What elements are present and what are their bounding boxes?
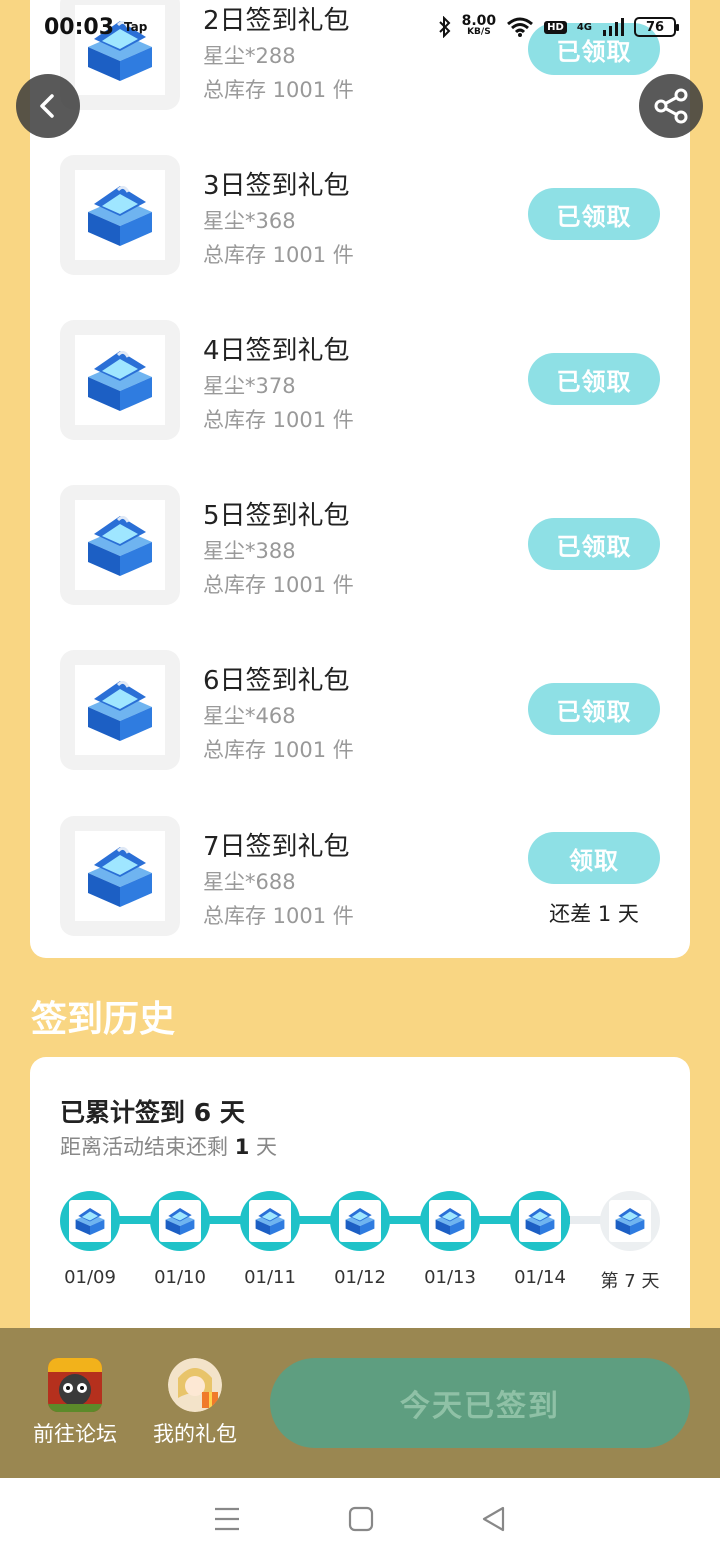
status-bar: 00:03 Tap 8.00 KB/S HD 4G 76 xyxy=(0,0,720,54)
treasure-chest-icon xyxy=(69,1200,111,1242)
my-gifts-avatar-icon xyxy=(168,1358,222,1412)
forum-game-icon xyxy=(48,1358,102,1412)
gift-stock: 总库存 1001 件 xyxy=(203,738,354,762)
gift-row: 3日签到礼包 星尘*368 总库存 1001 件 已领取 xyxy=(60,155,660,275)
gift-stock: 总库存 1001 件 xyxy=(203,904,354,928)
gift-title: 3日签到礼包 xyxy=(203,171,350,201)
claimed-button[interactable]: 已领取 xyxy=(528,353,660,405)
signal-type: 4G xyxy=(576,21,592,33)
treasure-chest-icon xyxy=(429,1200,471,1242)
gift-reward: 星尘*388 xyxy=(203,539,296,563)
history-card: 已累计签到 6 天 距离活动结束还剩 1 天 01/09 01/10 01/11… xyxy=(30,1057,690,1347)
gift-list-card: 2日签到礼包 星尘*288 总库存 1001 件 已领取 3日签到礼包 星尘*3… xyxy=(30,0,690,958)
gift-title: 6日签到礼包 xyxy=(203,666,350,696)
gift-stock: 总库存 1001 件 xyxy=(203,243,354,267)
gift-row: 5日签到礼包 星尘*388 总库存 1001 件 已领取 xyxy=(60,485,660,605)
timeline-node-done xyxy=(240,1191,300,1251)
tap-app-tag: Tap xyxy=(124,20,148,34)
gift-reward: 星尘*368 xyxy=(203,209,296,233)
status-left: 00:03 Tap xyxy=(44,15,147,40)
gift-thumbnail xyxy=(60,816,180,936)
gift-stock: 总库存 1001 件 xyxy=(203,408,354,432)
treasure-chest-icon xyxy=(339,1200,381,1242)
claimed-button[interactable]: 已领取 xyxy=(528,518,660,570)
gift-reward: 星尘*468 xyxy=(203,704,296,728)
timeline-label: 01/10 xyxy=(154,1267,206,1288)
status-right: 8.00 KB/S HD 4G 76 xyxy=(438,13,679,38)
gift-title: 4日签到礼包 xyxy=(203,336,350,366)
bottom-action-bar: 前往论坛 我的礼包 今天已签到 xyxy=(0,1328,720,1478)
back-triangle-icon[interactable] xyxy=(481,1506,507,1532)
gift-row: 4日签到礼包 星尘*378 总库存 1001 件 已领取 xyxy=(60,320,660,440)
treasure-chest-icon xyxy=(159,1200,201,1242)
timeline-label: 01/09 xyxy=(64,1267,116,1288)
forum-label: 前往论坛 xyxy=(33,1422,117,1446)
claimed-button[interactable]: 已领取 xyxy=(528,188,660,240)
gift-thumbnail xyxy=(60,485,180,605)
my-gifts-link[interactable]: 我的礼包 xyxy=(145,1358,245,1448)
treasure-chest-icon xyxy=(75,831,165,921)
timeline-node-pending xyxy=(600,1191,660,1251)
share-icon xyxy=(654,88,688,124)
signed-in-today-button[interactable]: 今天已签到 xyxy=(270,1358,690,1448)
treasure-chest-icon xyxy=(609,1200,651,1242)
bluetooth-icon xyxy=(438,16,451,38)
system-nav-bar xyxy=(0,1478,720,1560)
gift-stock: 总库存 1001 件 xyxy=(203,573,354,597)
gift-thumbnail xyxy=(60,155,180,275)
wifi-icon xyxy=(507,17,534,37)
claim-button[interactable]: 领取 xyxy=(528,832,660,884)
gift-thumbnail xyxy=(60,320,180,440)
timeline-node-done xyxy=(60,1191,120,1251)
treasure-chest-icon xyxy=(75,170,165,260)
gift-title: 7日签到礼包 xyxy=(203,832,350,862)
treasure-chest-icon xyxy=(75,335,165,425)
gift-thumbnail xyxy=(60,650,180,770)
timeline-label: 01/12 xyxy=(334,1267,386,1288)
share-button[interactable] xyxy=(639,74,703,138)
gift-reward: 星尘*688 xyxy=(203,870,296,894)
gift-stock: 总库存 1001 件 xyxy=(203,78,354,102)
treasure-chest-icon xyxy=(519,1200,561,1242)
my-gifts-label: 我的礼包 xyxy=(153,1422,237,1446)
timeline-label: 01/13 xyxy=(424,1267,476,1288)
timeline-node-done xyxy=(330,1191,390,1251)
timeline-label: 01/14 xyxy=(514,1267,566,1288)
hd-badge: HD xyxy=(544,20,567,34)
treasure-chest-icon xyxy=(75,500,165,590)
claimed-button[interactable]: 已领取 xyxy=(528,683,660,735)
history-remaining: 距离活动结束还剩 1 天 xyxy=(60,1135,277,1159)
timeline-label: 01/11 xyxy=(244,1267,296,1288)
net-speed: 8.00 KB/S xyxy=(461,13,497,37)
home-icon[interactable] xyxy=(348,1506,374,1532)
gift-reward: 星尘*378 xyxy=(203,374,296,398)
chevron-left-icon xyxy=(40,94,54,118)
signal-icon xyxy=(603,18,624,36)
history-title: 签到历史 xyxy=(31,999,176,1040)
back-button[interactable] xyxy=(16,74,80,138)
timeline-node-done xyxy=(510,1191,570,1251)
treasure-chest-icon xyxy=(75,665,165,755)
timeline-label: 第 7 天 xyxy=(600,1271,660,1292)
gift-row: 7日签到礼包 星尘*688 总库存 1001 件 领取 还差 1 天 xyxy=(60,816,660,936)
history-count: 已累计签到 6 天 xyxy=(60,1098,245,1127)
timeline-node-done xyxy=(150,1191,210,1251)
gift-title: 5日签到礼包 xyxy=(203,501,350,531)
days-left-note: 还差 1 天 xyxy=(549,902,639,926)
treasure-chest-icon xyxy=(249,1200,291,1242)
gift-row: 6日签到礼包 星尘*468 总库存 1001 件 已领取 xyxy=(60,650,660,770)
battery-icon: 76 xyxy=(634,17,679,37)
status-time: 00:03 xyxy=(44,14,115,40)
menu-icon[interactable] xyxy=(213,1506,241,1532)
forum-link[interactable]: 前往论坛 xyxy=(25,1358,125,1448)
timeline-node-done xyxy=(420,1191,480,1251)
